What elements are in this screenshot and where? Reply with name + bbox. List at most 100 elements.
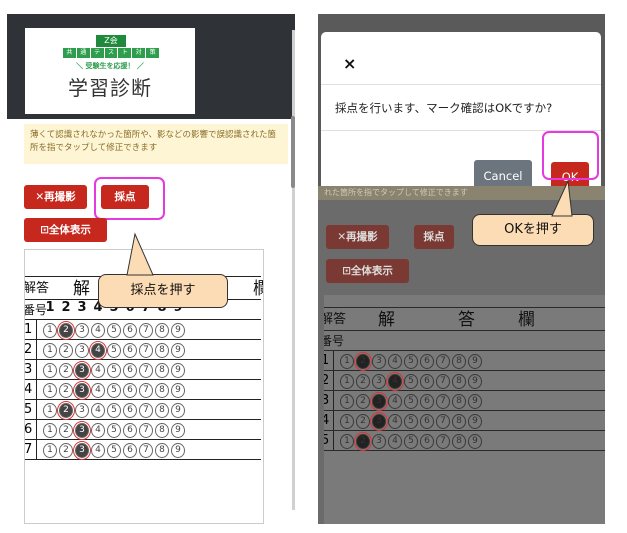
answer-bubble[interactable]: 8	[155, 323, 169, 338]
answer-bubble[interactable]: 9	[171, 423, 185, 438]
answer-bubble[interactable]: 5	[107, 403, 121, 418]
answer-bubble[interactable]: 7	[139, 383, 153, 398]
close-icon[interactable]: ×	[343, 54, 356, 73]
answer-bubble[interactable]: 3	[372, 434, 386, 449]
answer-bubble[interactable]: 4	[386, 372, 404, 391]
answer-bubble[interactable]: 7	[436, 354, 450, 369]
fullview-button[interactable]: ⊡全体表示	[24, 218, 107, 242]
answer-bubble[interactable]: 7	[139, 423, 153, 438]
answer-bubble[interactable]: 3	[73, 421, 91, 440]
answer-bubble[interactable]: 1	[340, 414, 354, 429]
answer-bubble[interactable]: 5	[404, 394, 418, 409]
answer-bubble[interactable]: 4	[91, 323, 105, 338]
answer-bubble[interactable]: 5	[107, 443, 121, 458]
answer-bubble[interactable]: 2	[59, 363, 73, 378]
answer-bubble[interactable]: 9	[171, 343, 185, 358]
answer-bubble[interactable]: 8	[452, 374, 466, 389]
answer-bubble[interactable]: 4	[91, 443, 105, 458]
answer-bubble[interactable]: 2	[59, 423, 73, 438]
answer-bubble[interactable]: 7	[139, 403, 153, 418]
answer-bubble[interactable]: 2	[354, 352, 372, 371]
answer-bubble[interactable]: 9	[171, 363, 185, 378]
answer-bubble[interactable]: 3	[370, 392, 388, 411]
answer-bubble[interactable]: 6	[123, 403, 137, 418]
answer-bubble[interactable]: 5	[404, 374, 418, 389]
answer-bubble[interactable]: 4	[89, 341, 107, 360]
answer-bubble[interactable]: 2	[59, 343, 73, 358]
scrollbar-thumb[interactable]	[291, 116, 295, 188]
answer-bubble[interactable]: 6	[123, 363, 137, 378]
answer-bubble[interactable]: 6	[420, 434, 434, 449]
answer-bubble[interactable]: 6	[123, 343, 137, 358]
answer-bubble[interactable]: 8	[155, 363, 169, 378]
answer-bubble[interactable]: 4	[388, 394, 402, 409]
answer-bubble[interactable]: 3	[370, 412, 388, 431]
answer-bubble[interactable]: 5	[107, 423, 121, 438]
retake-button[interactable]: ✕再撮影	[24, 185, 87, 209]
answer-bubble[interactable]: 2	[57, 321, 75, 340]
answer-bubble[interactable]: 7	[139, 443, 153, 458]
answer-bubble[interactable]: 2	[57, 401, 75, 420]
answer-bubble[interactable]: 4	[91, 403, 105, 418]
answer-bubble[interactable]: 7	[139, 363, 153, 378]
answer-bubble[interactable]: 1	[43, 403, 57, 418]
answer-bubble[interactable]: 8	[452, 414, 466, 429]
answer-bubble[interactable]: 1	[340, 394, 354, 409]
answer-bubble[interactable]: 5	[404, 434, 418, 449]
answer-bubble[interactable]: 8	[452, 354, 466, 369]
answer-bubble[interactable]: 3	[75, 403, 89, 418]
answer-bubble[interactable]: 2	[356, 374, 370, 389]
answer-bubble[interactable]: 9	[171, 403, 185, 418]
answer-bubble[interactable]: 5	[404, 354, 418, 369]
answer-bubble[interactable]: 9	[468, 394, 482, 409]
answer-bubble[interactable]: 7	[436, 414, 450, 429]
answer-bubble[interactable]: 8	[155, 443, 169, 458]
answer-bubble[interactable]: 1	[43, 443, 57, 458]
answer-bubble[interactable]: 9	[468, 434, 482, 449]
answer-bubble[interactable]: 4	[91, 363, 105, 378]
answer-bubble[interactable]: 2	[59, 443, 73, 458]
answer-bubble[interactable]: 6	[123, 443, 137, 458]
answer-bubble[interactable]: 5	[107, 343, 121, 358]
answer-bubble[interactable]: 9	[171, 323, 185, 338]
answer-bubble[interactable]: 4	[388, 414, 402, 429]
answer-bubble[interactable]: 9	[468, 374, 482, 389]
answer-bubble[interactable]: 3	[73, 381, 91, 400]
answer-bubble[interactable]: 7	[139, 323, 153, 338]
answer-bubble[interactable]: 4	[388, 434, 402, 449]
answer-bubble[interactable]: 4	[388, 354, 402, 369]
answer-bubble[interactable]: 3	[372, 354, 386, 369]
answer-bubble[interactable]: 1	[340, 374, 354, 389]
answer-bubble[interactable]: 2	[356, 394, 370, 409]
answer-bubble[interactable]: 1	[43, 363, 57, 378]
answer-bubble[interactable]: 8	[155, 343, 169, 358]
answer-bubble[interactable]: 3	[73, 441, 91, 460]
answer-bubble[interactable]: 6	[123, 323, 137, 338]
answer-bubble[interactable]: 7	[436, 374, 450, 389]
answer-bubble[interactable]: 4	[91, 423, 105, 438]
answer-bubble[interactable]: 8	[155, 403, 169, 418]
answer-bubble[interactable]: 4	[91, 383, 105, 398]
answer-bubble[interactable]: 5	[107, 383, 121, 398]
answer-bubble[interactable]: 7	[436, 434, 450, 449]
answer-bubble[interactable]: 6	[420, 374, 434, 389]
answer-bubble[interactable]: 3	[73, 361, 91, 380]
answer-bubble[interactable]: 8	[452, 434, 466, 449]
answer-bubble[interactable]: 1	[43, 423, 57, 438]
answer-bubble[interactable]: 1	[43, 343, 57, 358]
answer-bubble[interactable]: 9	[468, 414, 482, 429]
answer-bubble[interactable]: 7	[139, 343, 153, 358]
answer-bubble[interactable]: 5	[107, 363, 121, 378]
answer-bubble[interactable]: 6	[123, 423, 137, 438]
answer-bubble[interactable]: 2	[354, 432, 372, 451]
answer-bubble[interactable]: 6	[123, 383, 137, 398]
answer-bubble[interactable]: 1	[340, 354, 354, 369]
answer-bubble[interactable]: 3	[75, 323, 89, 338]
answer-bubble[interactable]: 8	[452, 394, 466, 409]
answer-bubble[interactable]: 1	[43, 383, 57, 398]
answer-bubble[interactable]: 8	[155, 383, 169, 398]
answer-bubble[interactable]: 3	[75, 343, 89, 358]
answer-bubble[interactable]: 7	[436, 394, 450, 409]
answer-bubble[interactable]: 9	[171, 443, 185, 458]
answer-bubble[interactable]: 9	[468, 354, 482, 369]
